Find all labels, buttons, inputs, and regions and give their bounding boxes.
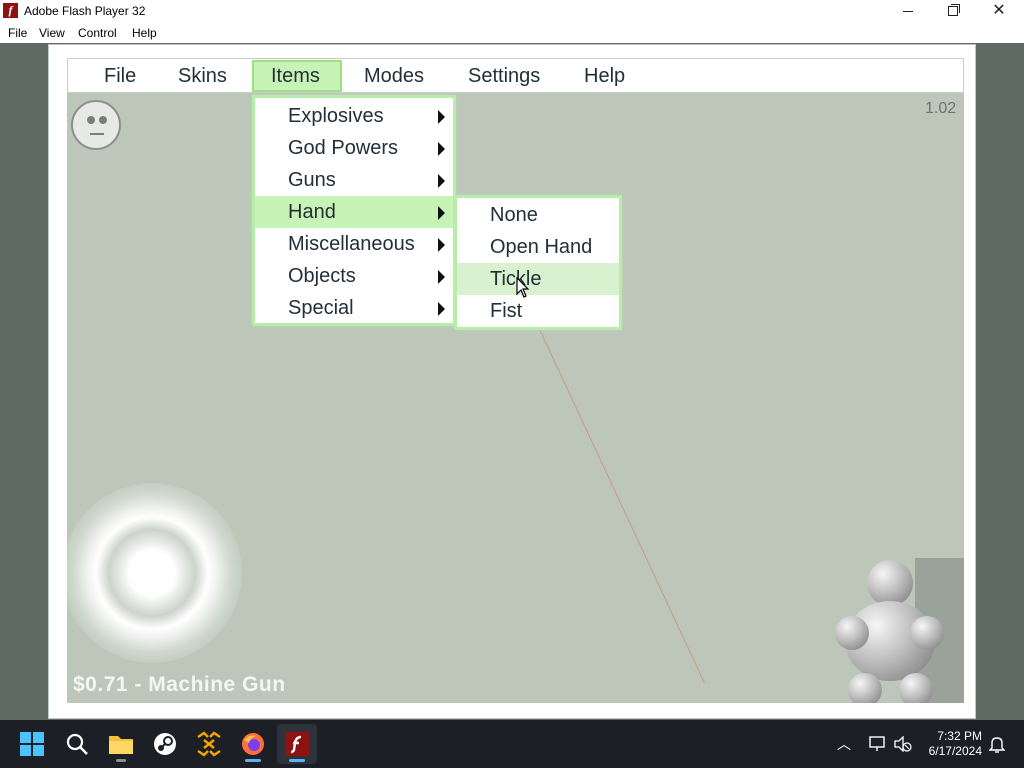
flash-player-taskbar-button[interactable] [277,724,317,764]
menu-item-god-powers[interactable]: God Powers [255,132,453,164]
volume-muted-icon [894,736,912,752]
menu-item-guns[interactable]: Guns [255,164,453,196]
menu-item-label: God Powers [288,137,399,159]
running-indicator [289,759,305,762]
items-dropdown: Explosives God Powers Guns Hand Miscella… [255,98,453,323]
flash-player-icon: f [3,3,18,18]
ragdoll-left-hand[interactable] [835,616,869,650]
game-menu-file[interactable]: File [104,64,136,88]
close-button[interactable]: ✕ [976,0,1022,22]
player-menu-view[interactable]: View [39,26,65,40]
search-button[interactable] [57,724,97,764]
menu-item-none[interactable]: None [457,199,619,231]
clock-date: 6/17/2024 [928,744,982,758]
game-menu-help[interactable]: Help [584,64,625,88]
mouse-cursor-icon [516,277,530,298]
network-icon [869,736,885,751]
steam-icon [154,733,176,755]
menu-item-open-hand[interactable]: Open Hand [457,231,619,263]
laser-line [537,324,705,683]
menu-item-tickle[interactable]: Tickle [457,263,619,295]
menu-item-label: Explosives [288,105,384,127]
menu-item-label: Open Hand [490,236,593,258]
menu-item-label: Hand [288,201,336,223]
folder-icon [109,736,133,754]
clock[interactable]: 7:32 PM 6/17/2024 [918,729,982,759]
ragdoll-right-foot[interactable] [899,673,933,703]
menu-item-label: Objects [288,265,356,287]
menu-item-explosives[interactable]: Explosives [255,100,453,132]
menu-item-label: Miscellaneous [288,233,415,255]
menu-item-label: Guns [288,169,336,191]
game-menu-skins[interactable]: Skins [178,64,227,88]
menu-item-hand[interactable]: Hand [255,196,453,228]
game-menu-modes[interactable]: Modes [364,64,424,88]
running-indicator [116,759,126,762]
player-menu-file[interactable]: File [8,26,27,40]
maximize-button[interactable] [930,0,976,22]
game-stage[interactable]: 1.02 $0.71 - Machine Gun [67,93,964,703]
submenu-arrow-icon [438,142,445,156]
app-button[interactable] [189,724,229,764]
flash-player-icon [285,732,309,756]
close-icon: ✕ [992,2,1006,19]
menu-item-label: None [490,204,538,226]
face-eye-right [99,116,107,124]
hand-submenu: None Open Hand Tickle Fist [457,198,619,327]
menu-item-special[interactable]: Special [255,292,453,324]
player-menubar: File View Control Help [0,22,1024,43]
bracket-app-icon [197,731,221,757]
explosion-glow [67,483,242,663]
menu-item-label: Fist [490,300,523,322]
submenu-arrow-icon [438,302,445,316]
submenu-arrow-icon [438,270,445,284]
window-titlebar: f Adobe Flash Player 32 ✕ [0,0,1024,22]
minimize-icon [903,10,913,12]
tray-overflow-button[interactable]: ︿ [826,724,862,764]
face-mouth [90,133,104,135]
player-menu-help[interactable]: Help [132,26,157,40]
version-label: 1.02 [925,100,957,117]
start-button[interactable] [12,724,52,764]
volume-tray-button[interactable] [890,724,916,764]
submenu-arrow-icon [438,110,445,124]
running-indicator [245,759,261,762]
money-weapon-status: $0.71 - Machine Gun [73,673,286,696]
bell-icon [989,737,1005,753]
restore-icon [948,4,960,16]
menu-item-miscellaneous[interactable]: Miscellaneous [255,228,453,260]
submenu-arrow-icon [438,174,445,188]
game-menu-items[interactable]: Items [271,64,320,88]
ragdoll-face-icon[interactable] [71,100,121,150]
firefox-icon [242,733,264,755]
steam-button[interactable] [145,724,185,764]
menu-item-objects[interactable]: Objects [255,260,453,292]
file-explorer-button[interactable] [101,724,141,764]
windows-icon [20,732,44,756]
game-menubar: File Skins Items Modes Settings Help [67,58,964,93]
notifications-button[interactable] [984,724,1010,764]
ragdoll-left-foot[interactable] [848,673,882,703]
menu-item-fist[interactable]: Fist [457,295,619,327]
minimize-button[interactable] [885,0,931,22]
ragdoll-right-hand[interactable] [910,616,944,650]
game-menu-settings[interactable]: Settings [468,64,540,88]
ragdoll-head[interactable] [867,560,913,606]
clock-time: 7:32 PM [937,729,982,743]
firefox-button[interactable] [233,724,273,764]
search-icon [66,733,88,755]
submenu-arrow-icon [438,206,445,220]
window-title: Adobe Flash Player 32 [24,4,146,18]
taskbar: ︿ 7:32 PM 6/17/2024 [0,720,1024,768]
network-tray-button[interactable] [862,724,892,764]
menu-item-label: Special [288,297,354,319]
player-menu-control[interactable]: Control [78,26,117,40]
chevron-up-icon: ︿ [837,736,851,752]
face-eye-left [87,116,95,124]
submenu-arrow-icon [438,238,445,252]
